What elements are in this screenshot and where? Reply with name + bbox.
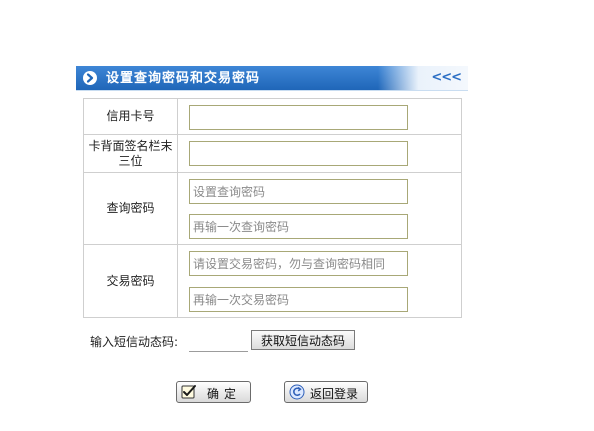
back-to-login-button[interactable]: 返回登录 — [284, 381, 368, 403]
query-password-confirm-input[interactable] — [189, 214, 408, 239]
card-number-input[interactable] — [189, 105, 408, 130]
sms-code-label: 输入短信动态码: — [90, 335, 179, 349]
collapse-icon[interactable]: <<< — [431, 70, 462, 86]
trade-password-label: 交易密码 — [83, 244, 178, 318]
get-sms-code-button[interactable]: 获取短信动态码 — [251, 330, 355, 350]
arrow-right-circle-icon — [83, 71, 97, 85]
trade-password-input[interactable] — [189, 251, 408, 276]
back-arrow-icon — [289, 384, 305, 400]
password-form-table: 信用卡号 卡背面签名栏末三位 查询密码 交易密码 — [83, 98, 462, 318]
trade-password-row: 交易密码 — [83, 244, 462, 318]
query-password-input[interactable] — [189, 179, 408, 204]
section-header: 设置查询密码和交易密码 <<< — [76, 66, 468, 91]
confirm-button-label: 确定 — [207, 387, 242, 401]
cvv-label: 卡背面签名栏末三位 — [83, 134, 178, 173]
back-to-login-label: 返回登录 — [310, 387, 359, 401]
confirm-button[interactable]: 确定 — [176, 381, 251, 403]
check-icon — [181, 384, 197, 400]
trade-password-confirm-input[interactable] — [189, 287, 408, 312]
cvv-input[interactable] — [189, 141, 408, 166]
query-password-label: 查询密码 — [83, 172, 178, 245]
query-password-row: 查询密码 — [83, 172, 462, 245]
card-number-label: 信用卡号 — [83, 98, 178, 135]
page: 设置查询密码和交易密码 <<< 信用卡号 卡背面签名栏末三位 查询密码 交易密码 — [0, 0, 594, 431]
section-title: 设置查询密码和交易密码 — [106, 71, 261, 86]
sms-code-input[interactable] — [189, 330, 248, 352]
cvv-row: 卡背面签名栏末三位 — [83, 134, 462, 173]
card-number-row: 信用卡号 — [83, 98, 462, 135]
